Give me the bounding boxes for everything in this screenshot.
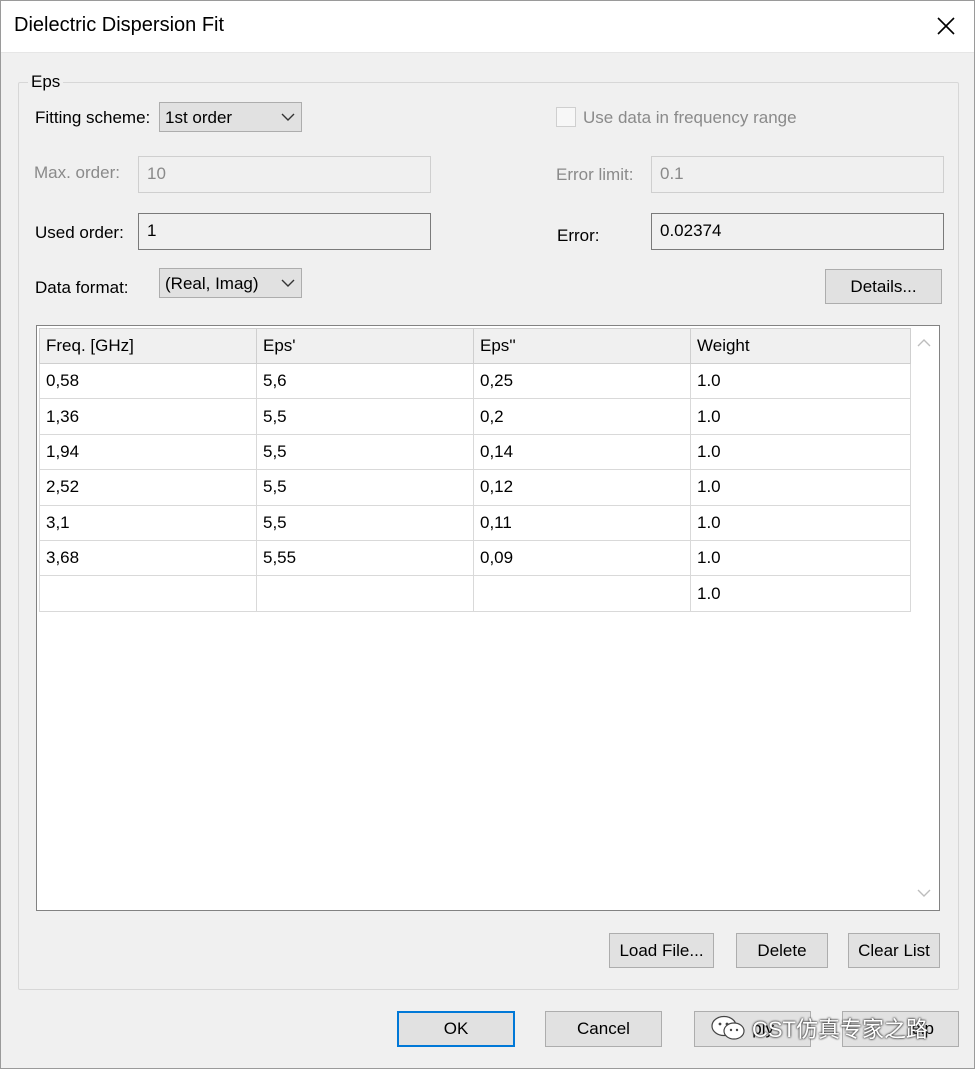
table-cell[interactable]: 5,6 <box>256 362 474 400</box>
use-frequency-range-label: Use data in frequency range <box>583 108 797 127</box>
table-cell[interactable]: 1.0 <box>690 433 911 471</box>
error-value: 0.02374 <box>660 221 722 240</box>
use-frequency-range-checkbox[interactable] <box>556 107 576 127</box>
delete-button[interactable]: Delete <box>736 933 828 968</box>
table-cell[interactable]: 1.0 <box>690 469 911 506</box>
data-format-label: Data format: <box>35 278 129 297</box>
table-cell[interactable]: 0,58 <box>39 362 257 400</box>
data-grid: Freq. [GHz] Eps' Eps'' Weight 0,58 5,6 0… <box>39 328 911 612</box>
watermark-text: CST仿真专家之路 <box>752 1017 929 1042</box>
vertical-scrollbar[interactable] <box>911 328 937 908</box>
scroll-down-icon[interactable] <box>917 888 931 898</box>
error-limit-field[interactable]: 0.1 <box>651 156 944 193</box>
table-cell[interactable]: 0,12 <box>473 469 691 506</box>
table-row: 3,68 5,55 0,09 1.0 <box>39 539 911 577</box>
table-cell[interactable]: 5,5 <box>256 504 474 541</box>
table-cell[interactable]: 1,94 <box>39 433 257 471</box>
window-title: Dielectric Dispersion Fit <box>14 14 225 36</box>
data-table: Freq. [GHz] Eps' Eps'' Weight 0,58 5,6 0… <box>36 325 940 911</box>
column-header-eps-imag[interactable]: Eps'' <box>473 328 691 364</box>
used-order-value: 1 <box>147 221 157 240</box>
title-bar: Dielectric Dispersion Fit <box>0 0 975 53</box>
scroll-up-icon[interactable] <box>917 338 931 348</box>
table-cell[interactable]: 0,11 <box>473 504 691 541</box>
table-cell[interactable]: 5,55 <box>256 539 474 577</box>
used-order-field: 1 <box>138 213 431 250</box>
chevron-down-icon <box>281 113 295 121</box>
table-cell[interactable]: 3,68 <box>39 539 257 577</box>
data-format-dropdown[interactable]: (Real, Imag) <box>159 268 302 298</box>
table-cell[interactable]: 0,09 <box>473 539 691 577</box>
cancel-button[interactable]: Cancel <box>545 1011 662 1047</box>
table-row: 1.0 <box>39 575 911 612</box>
close-icon <box>937 17 955 35</box>
table-cell[interactable]: 3,1 <box>39 504 257 541</box>
table-cell[interactable] <box>473 575 691 612</box>
watermark: CST仿真专家之路 <box>710 1010 928 1046</box>
table-cell[interactable]: 1.0 <box>690 362 911 400</box>
fitting-scheme-label: Fitting scheme: <box>35 108 151 127</box>
table-cell[interactable]: 1.0 <box>690 504 911 541</box>
table-header-row: Freq. [GHz] Eps' Eps'' Weight <box>39 328 911 364</box>
max-order-value: 10 <box>147 164 166 183</box>
wechat-icon <box>711 1015 745 1040</box>
ok-button[interactable]: OK <box>397 1011 515 1047</box>
table-cell[interactable]: 0,14 <box>473 433 691 471</box>
used-order-label: Used order: <box>35 223 124 242</box>
table-cell[interactable]: 1.0 <box>690 398 911 435</box>
table-cell[interactable] <box>39 575 257 612</box>
max-order-field[interactable]: 10 <box>138 156 431 193</box>
chevron-down-icon <box>281 279 295 287</box>
column-header-weight[interactable]: Weight <box>690 328 911 364</box>
error-limit-value: 0.1 <box>660 164 684 183</box>
table-cell[interactable]: 1.0 <box>690 539 911 577</box>
table-row: 1,94 5,5 0,14 1.0 <box>39 433 911 471</box>
table-cell[interactable]: 0,2 <box>473 398 691 435</box>
column-header-eps-real[interactable]: Eps' <box>256 328 474 364</box>
table-row: 0,58 5,6 0,25 1.0 <box>39 362 911 400</box>
column-header-freq[interactable]: Freq. [GHz] <box>39 328 257 364</box>
table-cell[interactable]: 2,52 <box>39 469 257 506</box>
max-order-label: Max. order: <box>34 163 120 182</box>
fitting-scheme-dropdown[interactable]: 1st order <box>159 102 302 132</box>
eps-group-label: Eps <box>28 72 64 92</box>
data-format-value: (Real, Imag) <box>165 274 259 293</box>
clear-list-button[interactable]: Clear List <box>848 933 940 968</box>
fitting-scheme-value: 1st order <box>165 108 233 127</box>
table-row: 2,52 5,5 0,12 1.0 <box>39 469 911 506</box>
table-row: 3,1 5,5 0,11 1.0 <box>39 504 911 541</box>
table-cell[interactable]: 5,5 <box>256 433 474 471</box>
table-cell[interactable]: 5,5 <box>256 469 474 506</box>
table-cell[interactable]: 1.0 <box>690 575 911 612</box>
error-limit-label: Error limit: <box>556 165 634 184</box>
table-cell[interactable]: 1,36 <box>39 398 257 435</box>
error-label: Error: <box>557 226 600 245</box>
details-button[interactable]: Details... <box>825 269 942 304</box>
table-cell[interactable]: 0,25 <box>473 362 691 400</box>
error-field: 0.02374 <box>651 213 944 250</box>
load-file-button[interactable]: Load File... <box>609 933 714 968</box>
table-cell[interactable] <box>256 575 474 612</box>
table-cell[interactable]: 5,5 <box>256 398 474 435</box>
table-row: 1,36 5,5 0,2 1.0 <box>39 398 911 435</box>
close-button[interactable] <box>917 0 975 52</box>
